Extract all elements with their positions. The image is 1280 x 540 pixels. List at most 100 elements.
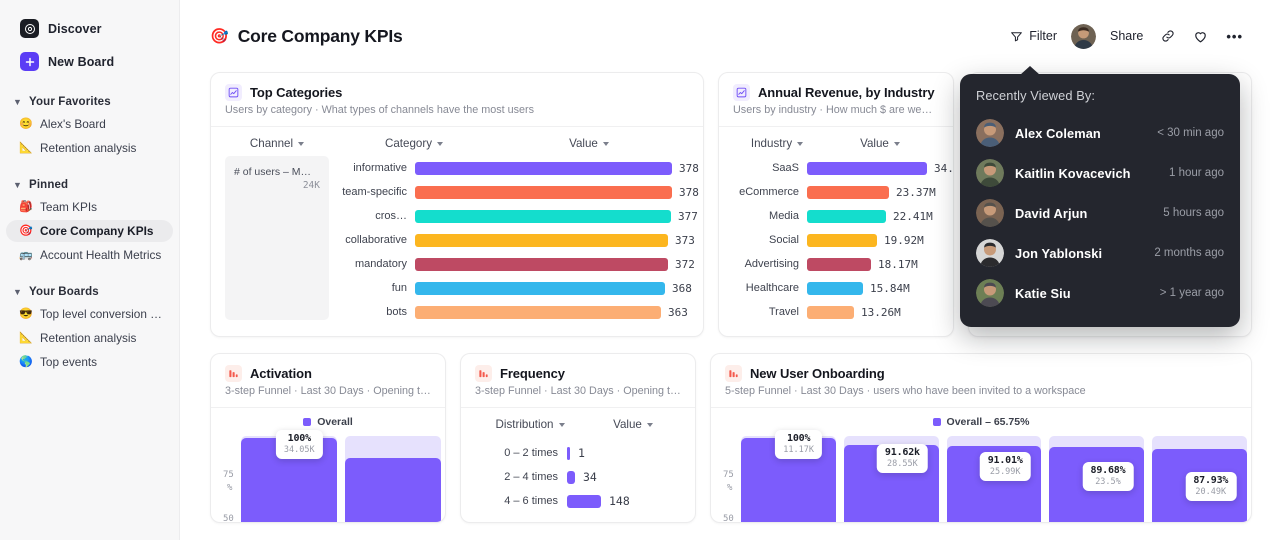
list-item[interactable]: 2 – 4 times 34 xyxy=(461,465,695,489)
bar xyxy=(415,185,672,199)
table-row[interactable]: fun 368 xyxy=(339,276,699,300)
sidebar-section-header-favorites[interactable]: ▼ Your Favorites xyxy=(0,93,179,111)
sidebar-item-core-company-kpis[interactable]: 🎯 Core Company KPIs xyxy=(6,220,173,242)
sidebar-item-top-level-conversion-rates[interactable]: 😎 Top level conversion rates xyxy=(6,303,173,325)
list-item[interactable]: Kaitlin Kovacevich 1 hour ago xyxy=(976,153,1224,193)
chevron-down-icon xyxy=(602,141,609,146)
column-header-distribution[interactable]: Distribution xyxy=(475,418,585,431)
column-header-value[interactable]: Value xyxy=(585,418,681,431)
bar-wrapper: 91.62k 28.55K xyxy=(843,436,939,522)
table-row[interactable]: informative 378 xyxy=(339,156,699,180)
sidebar-item-top-events[interactable]: 🌎 Top events xyxy=(6,351,173,373)
favorite-button[interactable] xyxy=(1184,23,1217,50)
funnel-column[interactable]: 87.93% 20.49K xyxy=(1148,436,1251,522)
sidebar-item-label: Discover xyxy=(48,21,102,36)
share-button[interactable]: Share xyxy=(1101,23,1152,49)
sidebar-item-alexs-board[interactable]: 😊 Alex's Board xyxy=(6,113,173,135)
filter-label: Filter xyxy=(1029,29,1057,43)
column-header-industry[interactable]: Industry xyxy=(733,137,821,150)
column-header-channel[interactable]: Channel xyxy=(250,137,305,150)
funnel-column[interactable]: 91.01% 25.99K xyxy=(943,436,1046,522)
sidebar-item-label: Retention analysis xyxy=(40,331,137,345)
table-row[interactable]: Advertising 18.17M xyxy=(733,252,939,276)
chevron-down-icon xyxy=(646,422,653,427)
funnel-column[interactable] xyxy=(341,436,445,522)
popup-title: Recently Viewed By: xyxy=(976,88,1096,103)
table-row[interactable]: team-specific 378 xyxy=(339,180,699,204)
more-options-button[interactable]: ••• xyxy=(1217,24,1252,49)
table-row[interactable]: eCommerce 23.37M xyxy=(733,180,939,204)
column-header-category[interactable]: Category xyxy=(339,137,489,150)
recently-viewed-list: Alex Coleman < 30 min ago Kaitlin Kovacevi… xyxy=(976,113,1224,313)
bar-value: 368 xyxy=(672,281,692,295)
industry-label: Social xyxy=(769,234,799,246)
sidebar-item-discover[interactable]: Discover xyxy=(6,14,173,43)
card-subtitle: 5-step Funnel · Last 30 Days · users who… xyxy=(725,385,1086,397)
tooltip-percent: 89.68% xyxy=(1090,465,1126,476)
sidebar-item-new-board[interactable]: New Board xyxy=(6,47,173,76)
bar xyxy=(567,470,575,484)
page-title-text: Core Company KPIs xyxy=(237,25,403,46)
list-item[interactable]: Katie Siu > 1 year ago xyxy=(976,273,1224,313)
table-row[interactable]: Healthcare 15.84M xyxy=(733,276,939,300)
list-item[interactable]: Jon Yablonski 2 months ago xyxy=(976,233,1224,273)
table-row[interactable]: bots 363 xyxy=(339,300,699,324)
table-row[interactable]: Media 22.41M xyxy=(733,204,939,228)
bar-foreground xyxy=(345,457,441,522)
chevron-down-icon xyxy=(797,141,804,146)
list-item[interactable]: 0 – 2 times 1 xyxy=(461,441,695,465)
funnel-column[interactable]: 100% 34.05K xyxy=(237,430,341,522)
list-item[interactable]: Alex Coleman < 30 min ago xyxy=(976,113,1224,153)
y-axis-unit: % xyxy=(227,483,233,493)
sidebar-item-label: Core Company KPIs xyxy=(40,224,154,238)
popup-arrow xyxy=(1020,66,1040,75)
industry-label: Travel xyxy=(768,306,799,318)
card-top-categories[interactable]: Top Categories Users by category · What … xyxy=(210,72,704,337)
sidebar-item-account-health-metrics[interactable]: 🚌 Account Health Metrics xyxy=(6,244,173,266)
column-label: Distribution xyxy=(495,418,554,431)
distribution-label: 2 – 4 times xyxy=(504,471,558,483)
list-item[interactable]: 4 – 6 times 148 xyxy=(461,489,695,513)
sidebar-item-team-kpis[interactable]: 🎒 Team KPIs xyxy=(6,196,173,218)
sidebar-item-retention-analysis[interactable]: 📐 Retention analysis xyxy=(6,137,173,159)
sidebar-section-title: Your Boards xyxy=(29,286,99,298)
channel-cell[interactable]: # of users – M… 24K xyxy=(225,156,329,320)
sidebar-section-header-pinned[interactable]: ▼ Pinned xyxy=(0,176,179,194)
copy-link-button[interactable] xyxy=(1152,23,1184,49)
table-row[interactable]: cros… 377 xyxy=(339,204,699,228)
bar xyxy=(807,305,854,319)
card-annual-revenue[interactable]: Annual Revenue, by Industry Users by ind… xyxy=(718,72,954,337)
bar xyxy=(415,233,668,247)
card-frequency[interactable]: Frequency 3-step Funnel · Last 30 Days ·… xyxy=(460,353,696,523)
funnel-column[interactable]: 91.62k 28.55K xyxy=(840,436,943,522)
card-activation[interactable]: Activation 3-step Funnel · Last 30 Days … xyxy=(210,353,446,523)
filter-button[interactable]: Filter xyxy=(1001,23,1066,49)
bar-value: 1 xyxy=(578,446,585,460)
table-row[interactable]: Social 19.92M xyxy=(733,228,939,252)
bar xyxy=(807,161,927,175)
table-row[interactable]: Travel 13.26M xyxy=(733,300,939,324)
table-row[interactable]: collaborative 373 xyxy=(339,228,699,252)
column-headers: Channel Category Value xyxy=(211,127,703,156)
board-emoji-icon: 😊 xyxy=(19,117,33,130)
column-header-value[interactable]: Value xyxy=(489,137,689,150)
funnel-column[interactable]: 89.68% 23.5% xyxy=(1045,436,1148,522)
sidebar-item-retention-analysis-2[interactable]: 📐 Retention analysis xyxy=(6,327,173,349)
column-header-value[interactable]: Value xyxy=(821,137,939,150)
card-new-user-onboarding[interactable]: New User Onboarding 5-step Funnel · Last… xyxy=(710,353,1252,523)
card-body: Overall – 65.75% 75 % 50 100% 11.17K 91.62… xyxy=(711,408,1251,522)
list-item[interactable]: David Arjun 5 hours ago xyxy=(976,193,1224,233)
viewer-avatar[interactable] xyxy=(1070,23,1096,49)
table-row[interactable]: SaaS 34. xyxy=(733,156,953,180)
funnel-column[interactable]: 100% 11.17K xyxy=(737,430,840,522)
sidebar-section-title: Your Favorites xyxy=(29,96,111,108)
column-label: Value xyxy=(613,418,642,431)
industry-label: SaaS xyxy=(772,162,799,174)
table-row[interactable]: mandatory 372 xyxy=(339,252,699,276)
bar xyxy=(415,281,665,295)
bar-value: 34. xyxy=(934,161,954,175)
category-label: cros… xyxy=(375,210,407,222)
chevron-down-icon xyxy=(558,422,565,427)
sidebar-section-header-your-boards[interactable]: ▼ Your Boards xyxy=(0,283,179,301)
bar-value: 378 xyxy=(679,185,699,199)
